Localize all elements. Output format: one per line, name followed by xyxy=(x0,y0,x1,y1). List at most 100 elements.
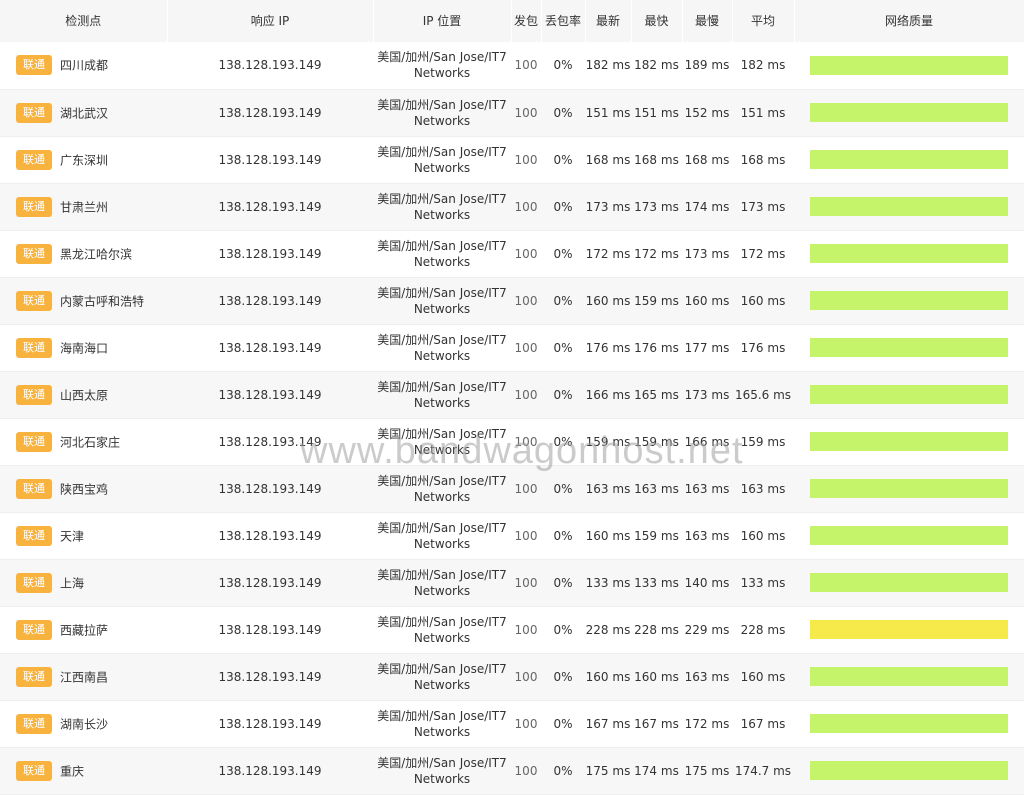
cell-quality xyxy=(794,324,1024,372)
cell-average: 174.7 ms xyxy=(732,747,794,795)
location-line-1: 美国/加州/San Jose/IT7 xyxy=(377,755,507,770)
isp-badge: 联通 xyxy=(16,384,52,405)
cell-loss: 0% xyxy=(541,700,585,748)
cell-location: 美国/加州/San Jose/IT7 Networks xyxy=(373,277,511,325)
isp-badge: 联通 xyxy=(16,525,52,546)
city-name: 重庆 xyxy=(60,764,85,778)
cell-location: 美国/加州/San Jose/IT7 Networks xyxy=(373,418,511,466)
cell-quality xyxy=(794,183,1024,231)
location-line-1: 美国/加州/San Jose/IT7 xyxy=(377,708,507,723)
cell-latest: 167 ms xyxy=(585,700,631,748)
cell-point: 联通 内蒙古呼和浩特 xyxy=(0,277,167,325)
table-row: 联通 四川成都 138.128.193.149 美国/加州/San Jose/IT… xyxy=(0,42,1024,90)
cell-fastest: 182 ms xyxy=(631,42,682,90)
header-fastest: 最快 xyxy=(631,0,683,42)
table-row: 联通 西藏拉萨 138.128.193.149 美国/加州/San Jose/IT… xyxy=(0,606,1024,654)
cell-slowest: 163 ms xyxy=(682,512,732,560)
cell-slowest: 229 ms xyxy=(682,606,732,654)
table-row: 联通 海南海口 138.128.193.149 美国/加州/San Jose/IT… xyxy=(0,324,1024,372)
city-name: 黑龙江哈尔滨 xyxy=(60,247,133,261)
cell-slowest: 173 ms xyxy=(682,371,732,419)
isp-badge: 联通 xyxy=(16,55,52,76)
cell-average: 172 ms xyxy=(732,230,794,278)
table-row: 联通 内蒙古呼和浩特 138.128.193.149 美国/加州/San Jose… xyxy=(0,277,1024,325)
location-line-2: Networks xyxy=(413,771,471,786)
quality-bar xyxy=(810,667,1008,686)
cell-location: 美国/加州/San Jose/IT7 Networks xyxy=(373,512,511,560)
isp-badge: 联通 xyxy=(16,760,52,781)
quality-bar xyxy=(810,714,1008,733)
ping-results-table: 检测点 响应 IP IP 位置 发包 丢包率 最新 最快 最慢 平均 网络质量 … xyxy=(0,0,1024,795)
quality-bar xyxy=(810,150,1008,169)
cell-ip: 138.128.193.149 xyxy=(167,653,373,701)
location-line-2: Networks xyxy=(413,160,471,175)
city-name: 四川成都 xyxy=(60,58,109,73)
cell-ip: 138.128.193.149 xyxy=(167,42,373,90)
city-name: 湖南长沙 xyxy=(60,717,109,731)
cell-point: 联通 重庆 xyxy=(0,747,167,795)
cell-slowest: 172 ms xyxy=(682,700,732,748)
cell-location: 美国/加州/San Jose/IT7 Networks xyxy=(373,559,511,607)
cell-latest: 173 ms xyxy=(585,183,631,231)
cell-fastest: 176 ms xyxy=(631,324,682,372)
cell-latest: 176 ms xyxy=(585,324,631,372)
quality-bar xyxy=(810,244,1008,263)
isp-badge: 联通 xyxy=(16,149,52,170)
header-sent: 发包 xyxy=(511,0,542,42)
city-name: 上海 xyxy=(60,576,85,590)
table-row: 联通 江西南昌 138.128.193.149 美国/加州/San Jose/IT… xyxy=(0,653,1024,701)
cell-location: 美国/加州/San Jose/IT7 Networks xyxy=(373,700,511,748)
cell-latest: 166 ms xyxy=(585,371,631,419)
table-row: 联通 天津 138.128.193.149 美国/加州/San Jose/IT7 … xyxy=(0,512,1024,560)
location-line-1: 美国/加州/San Jose/IT7 xyxy=(377,191,507,206)
table-row: 联通 上海 138.128.193.149 美国/加州/San Jose/IT7 … xyxy=(0,559,1024,607)
isp-badge: 联通 xyxy=(16,337,52,358)
cell-slowest: 163 ms xyxy=(682,653,732,701)
location-line-2: Networks xyxy=(413,301,471,316)
cell-point: 联通 海南海口 xyxy=(0,324,167,372)
cell-quality xyxy=(794,230,1024,278)
cell-ip: 138.128.193.149 xyxy=(167,465,373,513)
cell-sent: 100 xyxy=(511,183,541,231)
cell-point: 联通 河北石家庄 xyxy=(0,418,167,466)
cell-quality xyxy=(794,512,1024,560)
cell-slowest: 177 ms xyxy=(682,324,732,372)
cell-quality xyxy=(794,465,1024,513)
location-line-1: 美国/加州/San Jose/IT7 xyxy=(377,520,507,535)
city-name: 天津 xyxy=(60,529,85,543)
city-name: 陕西宝鸡 xyxy=(60,482,109,496)
cell-latest: 228 ms xyxy=(585,606,631,654)
cell-point: 联通 天津 xyxy=(0,512,167,560)
cell-point: 联通 四川成都 xyxy=(0,42,167,90)
cell-latest: 160 ms xyxy=(585,512,631,560)
cell-ip: 138.128.193.149 xyxy=(167,512,373,560)
cell-average: 173 ms xyxy=(732,183,794,231)
cell-latest: 172 ms xyxy=(585,230,631,278)
quality-bar xyxy=(810,573,1008,592)
location-line-1: 美国/加州/San Jose/IT7 xyxy=(377,332,507,347)
cell-ip: 138.128.193.149 xyxy=(167,606,373,654)
cell-ip: 138.128.193.149 xyxy=(167,136,373,184)
quality-bar xyxy=(810,432,1008,451)
cell-slowest: 152 ms xyxy=(682,89,732,137)
quality-bar xyxy=(810,291,1008,310)
cell-point: 联通 山西太原 xyxy=(0,371,167,419)
cell-quality xyxy=(794,700,1024,748)
location-line-2: Networks xyxy=(413,254,471,269)
quality-bar xyxy=(810,103,1008,122)
quality-bar xyxy=(810,55,1008,75)
cell-ip: 138.128.193.149 xyxy=(167,371,373,419)
city-name: 海南海口 xyxy=(60,341,109,355)
cell-loss: 0% xyxy=(541,606,585,654)
table-row: 联通 重庆 138.128.193.149 美国/加州/San Jose/IT7 … xyxy=(0,747,1024,795)
header-slowest: 最慢 xyxy=(682,0,733,42)
cell-location: 美国/加州/San Jose/IT7 Networks xyxy=(373,371,511,419)
cell-quality xyxy=(794,418,1024,466)
cell-loss: 0% xyxy=(541,89,585,137)
city-name: 西藏拉萨 xyxy=(60,623,109,637)
cell-fastest: 173 ms xyxy=(631,183,682,231)
table-row: 联通 甘肃兰州 138.128.193.149 美国/加州/San Jose/IT… xyxy=(0,183,1024,231)
cell-slowest: 173 ms xyxy=(682,230,732,278)
cell-fastest: 133 ms xyxy=(631,559,682,607)
cell-latest: 163 ms xyxy=(585,465,631,513)
